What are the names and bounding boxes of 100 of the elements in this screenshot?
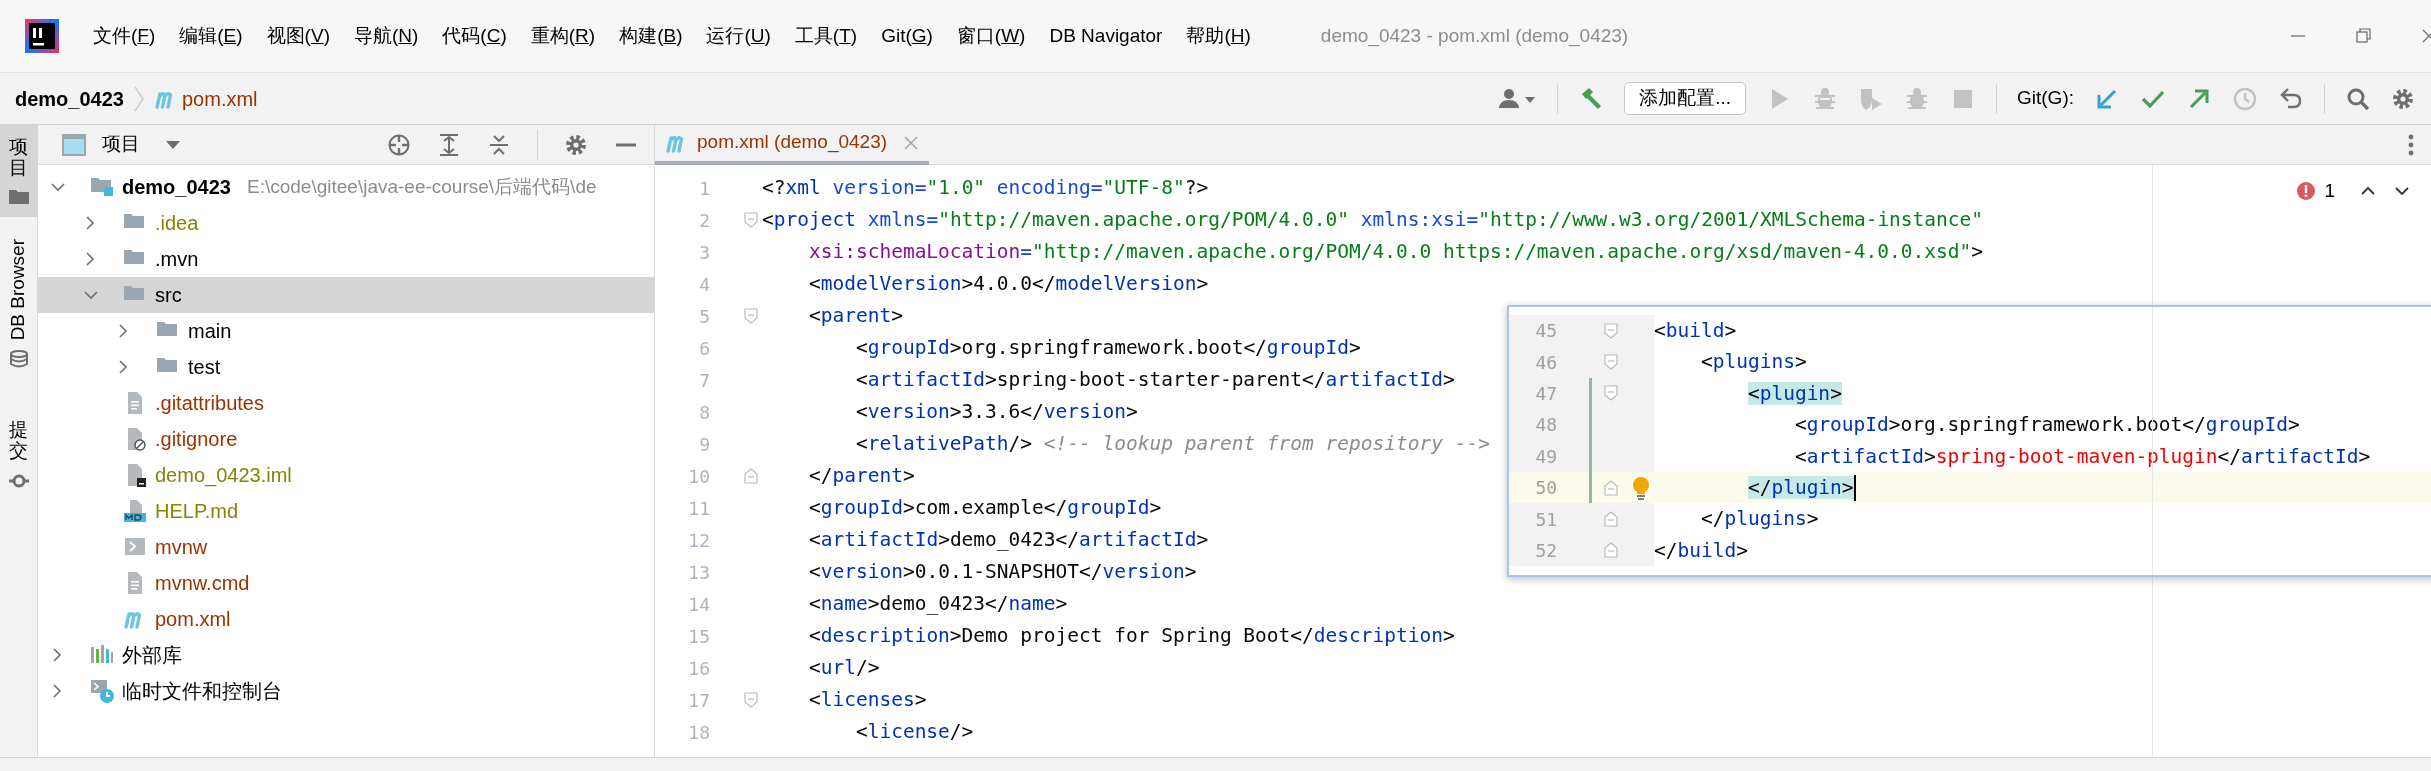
- code-line: <project xmlns="http://maven.apache.org/POM/4.0.0" xmlns:xsi="http://www.w3.org/2001/XMLSchema-instance": [762, 207, 1984, 234]
- code-line: <license/>: [854, 719, 974, 746]
- tree-item[interactable]: test: [38, 349, 654, 385]
- caret-icon[interactable]: [164, 138, 182, 151]
- window-title: demo_0423 - pom.xml (demo_0423): [1320, 23, 1629, 49]
- markdown-file-icon: [123, 499, 147, 523]
- module-folder-icon: [90, 175, 114, 199]
- code-line: <description>Demo project for Spring Boot</description>: [807, 623, 1455, 650]
- tree-item[interactable]: demo_0423.iml: [38, 457, 654, 493]
- tree-item[interactable]: .mvn: [38, 241, 654, 277]
- line-number: 4: [698, 272, 710, 297]
- breadcrumb-item[interactable]: pom.xml: [181, 83, 258, 114]
- line-number: 50: [1534, 476, 1558, 501]
- line-number: 46: [1534, 350, 1558, 375]
- fold-icon[interactable]: [1603, 542, 1618, 559]
- code-line: <relativePath/> <!-- lookup parent from repository -->: [854, 431, 1490, 458]
- line-number: 49: [1534, 444, 1558, 469]
- code-line: <build>: [1654, 318, 1737, 345]
- tree-item[interactable]: demo_0423 E:\code\gitee\java-ee-course\后端代码\de: [38, 169, 654, 205]
- file-path: E:\code\gitee\java-ee-course\后端代码\de: [246, 174, 597, 199]
- code-line: <groupId>com.example</groupId>: [807, 495, 1162, 522]
- tree-item[interactable]: src: [38, 277, 654, 313]
- fold-icon[interactable]: [744, 308, 758, 324]
- tool-window-tab[interactable]: 提交: [0, 408, 38, 500]
- change-marker[interactable]: [1589, 471, 1592, 504]
- tree-item[interactable]: main: [38, 313, 654, 349]
- expand-all-icon[interactable]: [437, 132, 461, 157]
- menu-item[interactable]: 视图(V): [256, 17, 340, 55]
- code-line: <?xml version="1.0" encoding="UTF-8"?>: [762, 175, 1209, 202]
- locate-icon[interactable]: [387, 132, 411, 157]
- line-number: 9: [698, 432, 710, 457]
- code-line: <artifactId>spring-boot-maven-plugin</artifactId>: [1793, 443, 2371, 470]
- change-marker[interactable]: [1589, 440, 1592, 472]
- change-marker[interactable]: [1589, 377, 1592, 410]
- collapse-all-icon[interactable]: [487, 132, 511, 157]
- close-icon[interactable]: [2421, 27, 2431, 45]
- code-line: <name>demo_0423</name>: [807, 591, 1068, 618]
- lightbulb-icon[interactable]: [1630, 475, 1651, 500]
- tree-item[interactable]: mvnw.cmd: [38, 565, 654, 601]
- code-line: <parent>: [807, 303, 903, 330]
- line-number: 13: [687, 560, 710, 585]
- menu-item[interactable]: 工具(T): [784, 17, 868, 55]
- line-number: 51: [1534, 507, 1558, 532]
- menu-item[interactable]: 文件(F): [83, 17, 166, 55]
- tree-item[interactable]: .gitignore: [38, 421, 654, 457]
- menu-item[interactable]: 帮助(H): [1176, 17, 1261, 55]
- fold-icon[interactable]: [744, 212, 758, 228]
- line-number: 45: [1534, 319, 1558, 344]
- menu-item[interactable]: 代码(C): [432, 17, 517, 55]
- code-line: xsi:schemaLocation="http://maven.apache.org/POM/4.0.0 https://maven.apache.org/xsd/maven-4.0.0.xsd">: [807, 239, 1983, 266]
- restore-icon[interactable]: [2355, 27, 2373, 45]
- fold-icon[interactable]: [1603, 479, 1618, 496]
- problem-count[interactable]: 1: [2324, 177, 2335, 206]
- line-number: 1: [698, 176, 710, 201]
- line-number: 17: [687, 688, 710, 713]
- line-number: 12: [687, 528, 710, 553]
- fold-icon[interactable]: [1603, 354, 1618, 371]
- tree-item[interactable]: .gitattributes: [38, 385, 654, 421]
- line-number: 18: [687, 720, 710, 745]
- tool-window-tab[interactable]: DB Browser: [0, 226, 38, 379]
- line-number: 8: [698, 400, 710, 425]
- code-line: <version>0.0.1-SNAPSHOT</version>: [807, 559, 1197, 586]
- menu-item[interactable]: Git(G): [871, 17, 943, 55]
- code-line: </build>: [1654, 537, 1748, 564]
- menu-item[interactable]: 重构(R): [520, 17, 606, 55]
- line-number: 15: [687, 624, 710, 649]
- line-number: 3: [698, 240, 710, 265]
- add-configuration-button[interactable]: 添加配置...: [1624, 82, 1746, 115]
- error-icon[interactable]: [2296, 181, 2317, 202]
- menu-item[interactable]: 窗口(W): [946, 17, 1036, 55]
- fold-icon[interactable]: [744, 468, 758, 484]
- menu-item[interactable]: 导航(N): [343, 17, 429, 55]
- fold-icon[interactable]: [1603, 322, 1618, 339]
- fold-icon[interactable]: [744, 692, 758, 708]
- settings-icon[interactable]: [2391, 86, 2415, 111]
- tree-item[interactable]: 外部库: [38, 637, 654, 673]
- tree-item[interactable]: pom.xml: [38, 601, 654, 637]
- code-line: <plugins>: [1699, 349, 1807, 376]
- menu-item[interactable]: DB Navigator: [1039, 17, 1173, 55]
- fold-icon[interactable]: [1603, 511, 1618, 528]
- settings-icon[interactable]: [564, 132, 588, 157]
- panel-title[interactable]: 项目: [102, 130, 140, 159]
- code-line: <groupId>org.springframework.boot</groupId>: [1793, 412, 2300, 439]
- tool-window-tab[interactable]: 项目: [0, 125, 38, 217]
- tree-item[interactable]: mvnw: [38, 529, 654, 565]
- line-number: 47: [1534, 381, 1558, 406]
- editor-tab[interactable]: pom.xml (demo_0423): [655, 125, 930, 165]
- more-options-icon[interactable]: [2407, 132, 2415, 157]
- tree-item[interactable]: .idea: [38, 205, 654, 241]
- menu-item[interactable]: 编辑(E): [169, 17, 253, 55]
- tree-item[interactable]: 临时文件和控制台: [38, 673, 654, 709]
- breadcrumb-item[interactable]: demo_0423: [15, 83, 124, 114]
- fold-icon[interactable]: [1603, 385, 1618, 402]
- change-marker[interactable]: [1589, 409, 1592, 441]
- history-clock-icon[interactable]: [2232, 85, 2258, 112]
- menu-item[interactable]: 运行(U): [696, 17, 781, 55]
- code-line: </plugins>: [1699, 506, 1819, 533]
- tree-item[interactable]: HELP.md: [38, 493, 654, 529]
- code-line: <artifactId>demo_0423</artifactId>: [807, 527, 1209, 554]
- menu-item[interactable]: 构建(B): [609, 17, 693, 55]
